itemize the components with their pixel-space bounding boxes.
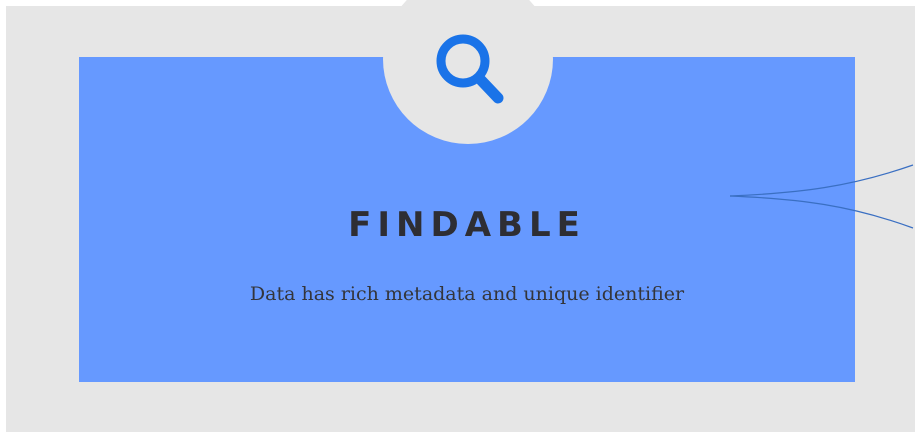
- card-description: Data has rich metadata and unique identi…: [249, 283, 685, 305]
- card-title: FINDABLE: [348, 205, 586, 245]
- diagram-canvas: FINDABLE Data has rich metadata and uniq…: [0, 0, 915, 437]
